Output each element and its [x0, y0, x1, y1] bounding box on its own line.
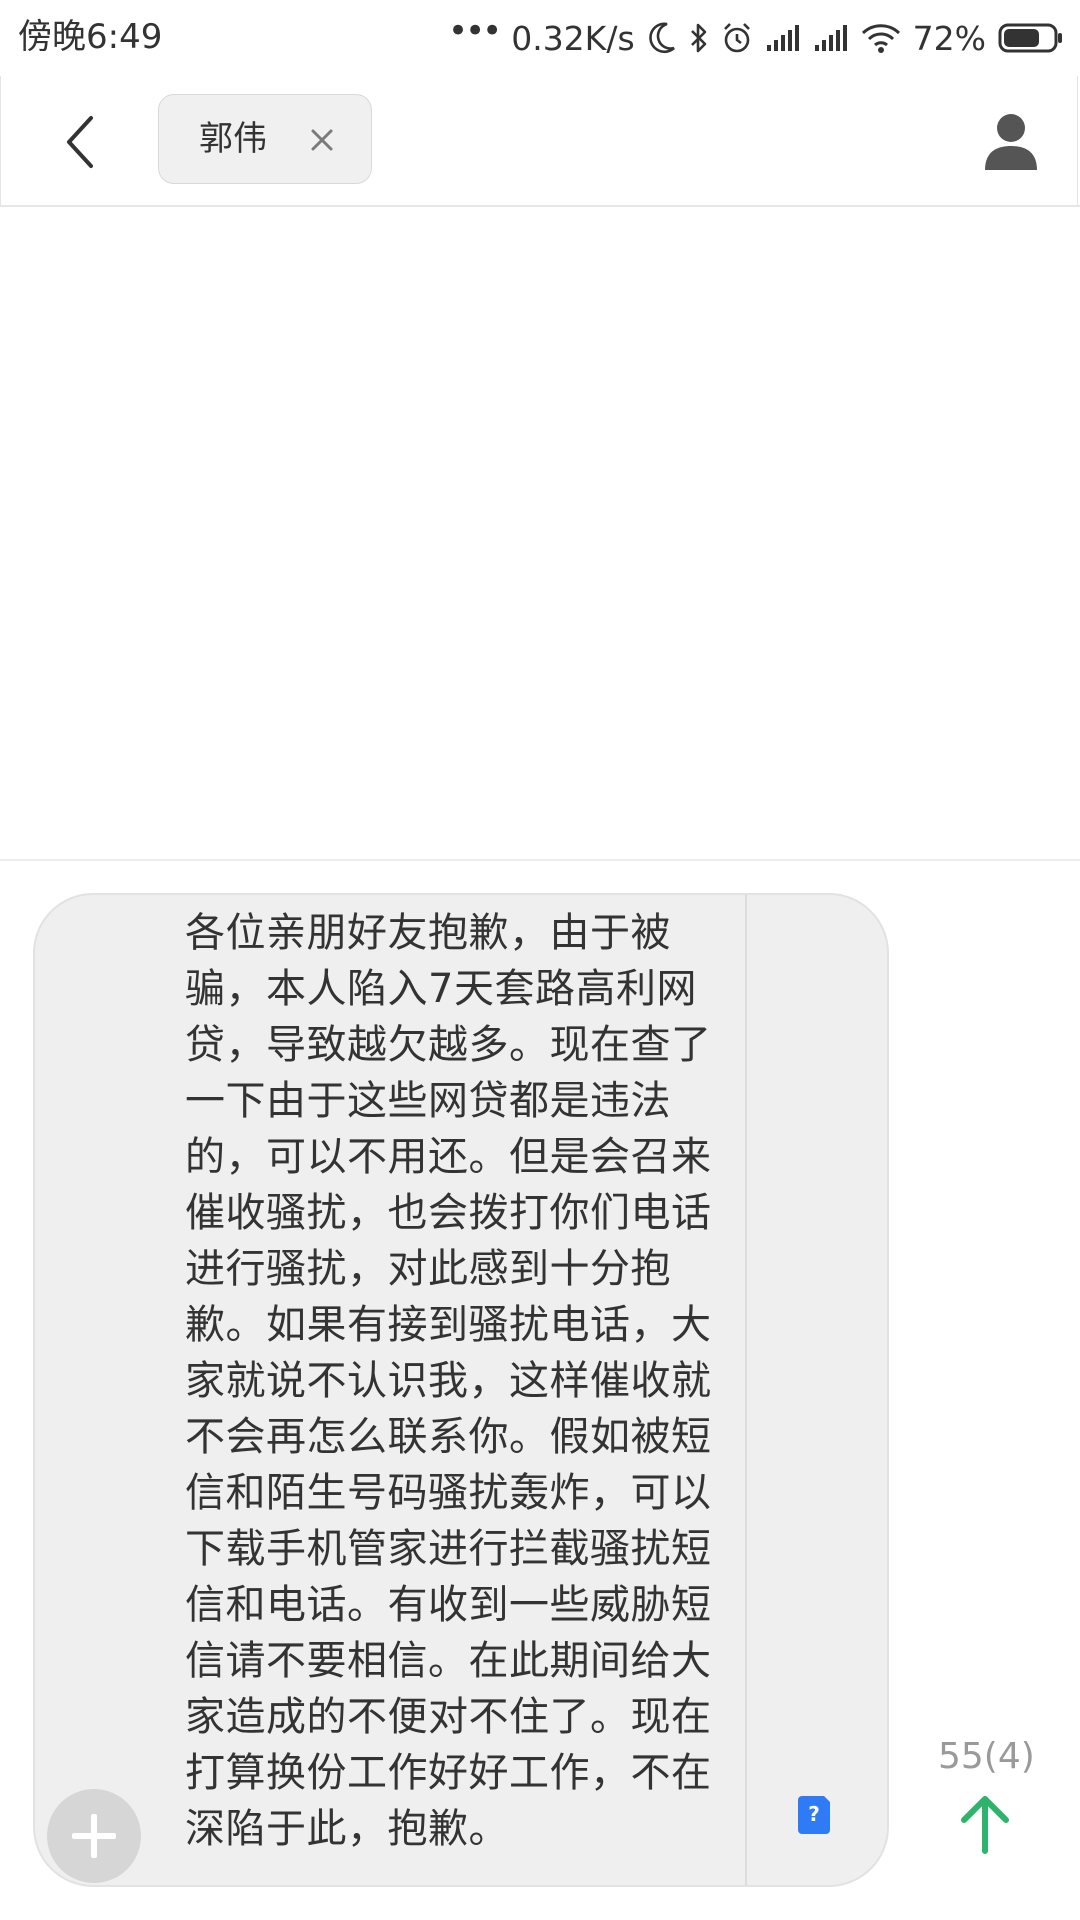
network-speed: 0.32K/s: [511, 18, 635, 58]
message-list: [0, 207, 1080, 859]
char-count: 55(4): [938, 1736, 1035, 1777]
message-input[interactable]: 各位亲朋好友抱歉，由于被 骗，本人陷入7天套路高利网 贷，导致越欠越多。现在查了…: [33, 893, 889, 1887]
more-dots: •••: [448, 11, 502, 51]
battery-icon: [998, 23, 1062, 53]
composer: 各位亲朋好友抱歉，由于被 骗，本人陷入7天套路高利网 贷，导致越欠越多。现在查了…: [0, 861, 1080, 1920]
sim-label: ?: [808, 1802, 820, 1826]
recipient-chip[interactable]: 郭伟: [158, 94, 372, 184]
status-icons: ••• 0.32K/s 72%: [448, 14, 1064, 62]
back-button[interactable]: [51, 110, 111, 174]
message-text[interactable]: 各位亲朋好友抱歉，由于被 骗，本人陷入7天套路高利网 贷，导致越欠越多。现在查了…: [185, 905, 775, 1857]
conversation-header: 郭伟: [0, 76, 1078, 206]
signal-icon: [814, 25, 847, 51]
attach-button[interactable]: [47, 1789, 141, 1883]
status-bar: 傍晚6:49 ••• 0.32K/s 72%: [0, 0, 1080, 76]
moon-icon: [648, 22, 675, 53]
signal-icon: [766, 25, 799, 51]
status-time: 傍晚6:49: [18, 17, 163, 57]
battery-percent: 72%: [912, 18, 986, 58]
recipient-name: 郭伟: [199, 119, 267, 159]
close-icon[interactable]: [303, 121, 341, 159]
alarm-icon: [723, 23, 750, 53]
chevron-left-icon: [67, 116, 93, 168]
sim-select-button[interactable]: ?: [798, 1794, 832, 1834]
wifi-icon: [861, 24, 900, 53]
bluetooth-icon: [690, 23, 706, 53]
arrow-up-icon[interactable]: [956, 1793, 1014, 1855]
person-icon[interactable]: [981, 110, 1041, 174]
